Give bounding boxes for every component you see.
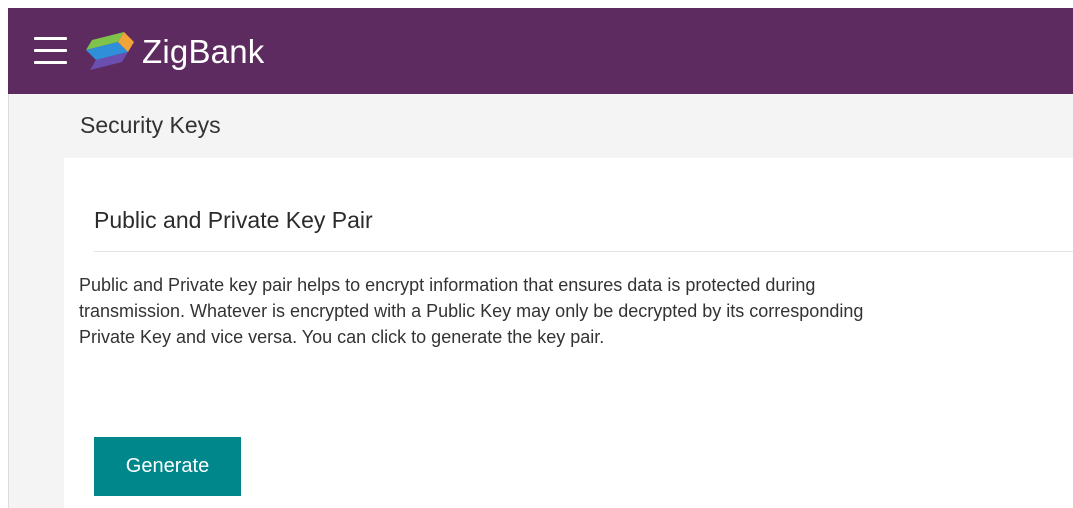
hamburger-icon[interactable] xyxy=(34,36,67,66)
description-line: transmission. Whatever is encrypted with… xyxy=(79,301,864,321)
app-header: ZigBank xyxy=(8,8,1073,94)
brand-logo[interactable]: ZigBank xyxy=(84,30,264,74)
left-divider xyxy=(8,94,9,508)
card-description: Public and Private key pair helps to enc… xyxy=(79,272,1073,350)
brand-name: ZigBank xyxy=(142,33,265,70)
page-title: Security Keys xyxy=(80,112,221,138)
generate-button[interactable]: Generate xyxy=(94,437,241,496)
card-divider xyxy=(94,251,1073,252)
description-line: Public and Private key pair helps to enc… xyxy=(79,275,816,295)
description-line: Private Key and vice versa. You can clic… xyxy=(79,327,605,347)
zigbank-logo-icon xyxy=(86,32,134,70)
card-title: Public and Private Key Pair xyxy=(94,207,373,233)
